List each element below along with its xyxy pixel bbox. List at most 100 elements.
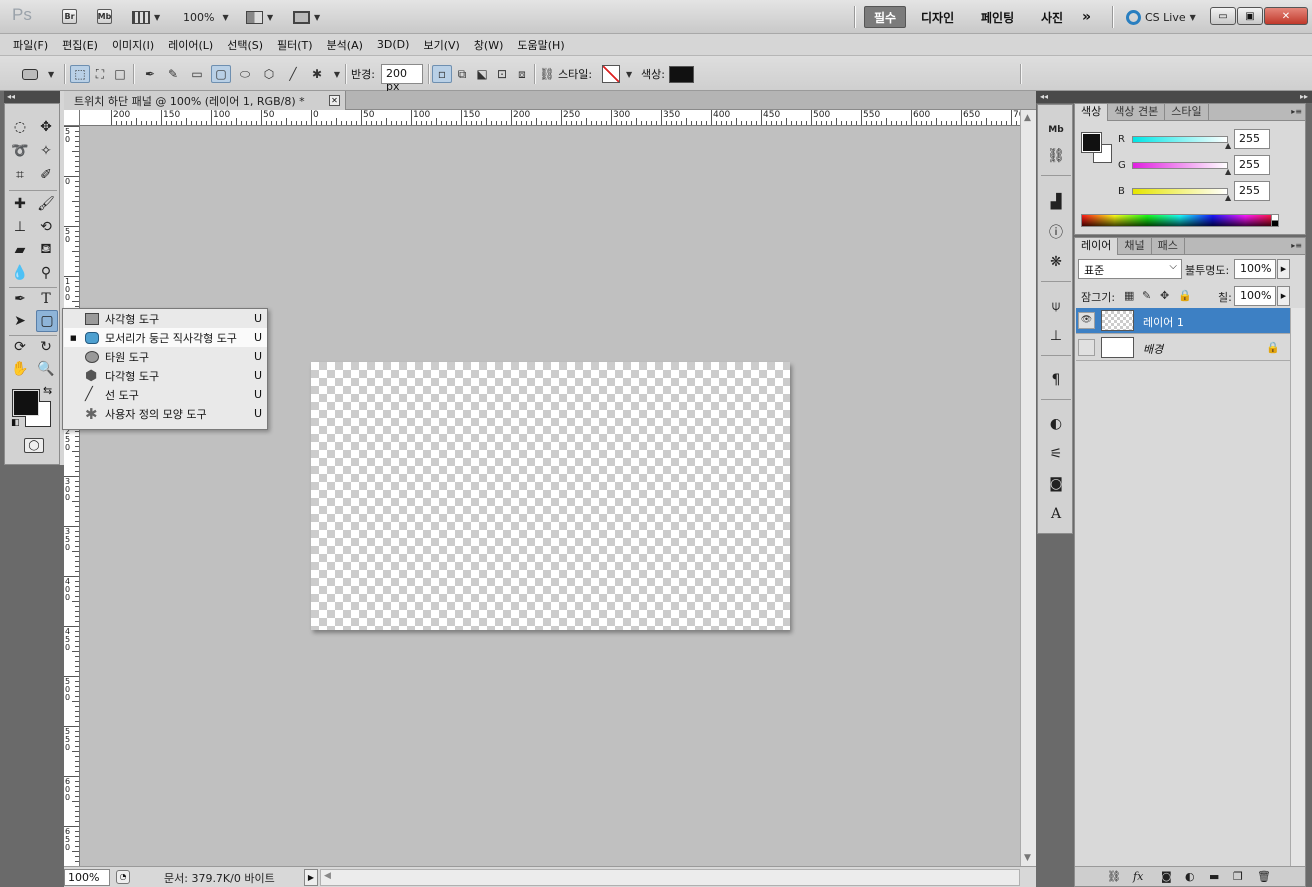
ruler-origin[interactable] <box>64 110 80 126</box>
magic-wand-icon[interactable]: ✧ <box>35 140 57 162</box>
lock-transparent-icon[interactable]: ▦ <box>1124 289 1134 302</box>
flyout-item-line[interactable]: ╱ 선 도구 U <box>64 385 267 404</box>
exclude-shape-icon[interactable]: ⧈ <box>512 65 532 83</box>
tab-styles[interactable]: 스타일 <box>1165 104 1209 121</box>
type-tool-icon[interactable]: T <box>35 288 57 310</box>
paint-bucket-icon[interactable]: ⛾ <box>35 239 57 261</box>
workspace-design[interactable]: 디자인 <box>912 6 963 28</box>
navigator-panel-icon[interactable]: ❋ <box>1045 251 1067 273</box>
black-white-swatch[interactable] <box>1271 214 1279 227</box>
clone-source-panel-icon[interactable]: ⛓ <box>1045 145 1067 167</box>
color-spectrum-bar[interactable] <box>1081 214 1279 227</box>
fill-slider-arrow-icon[interactable]: ▶ <box>1277 286 1290 306</box>
eraser-icon[interactable]: ▰ <box>9 239 31 261</box>
tool-presets-panel-icon[interactable]: ⊥ <box>1045 325 1067 347</box>
adjustments-panel-icon[interactable]: ◐ <box>1045 413 1067 435</box>
dodge-tool-icon[interactable]: ⚲ <box>35 262 57 284</box>
menu-3d[interactable]: 3D(D) <box>370 38 417 51</box>
flyout-item-rectangle[interactable]: 사각형 도구 U <box>64 309 267 328</box>
cs-live-menu[interactable]: CS Live ▼ <box>1126 7 1196 27</box>
intersect-shape-icon[interactable]: ⊡ <box>492 65 512 83</box>
menu-select[interactable]: 선택(S) <box>220 37 270 53</box>
blue-slider[interactable] <box>1132 188 1228 195</box>
flyout-item-ellipse[interactable]: 타원 도구 U <box>64 347 267 366</box>
layer-row[interactable]: 👁 레이어 1 <box>1076 308 1291 334</box>
layer-style-icon[interactable]: fx <box>1133 870 1143 883</box>
lasso-tool-icon[interactable]: ➰ <box>9 140 31 162</box>
crop-tool-icon[interactable]: ⌗ <box>9 164 31 186</box>
status-menu-arrow-icon[interactable]: ▶ <box>304 869 318 886</box>
horizontal-scrollbar[interactable]: ◀ <box>320 869 1020 886</box>
pen-tool-icon[interactable]: ✒ <box>140 65 160 83</box>
histogram-panel-icon[interactable]: ▟ <box>1045 191 1067 213</box>
vertical-scrollbar[interactable]: ▲ ▼ <box>1020 110 1036 866</box>
freeform-pen-icon[interactable]: ✎ <box>163 65 183 83</box>
shape-color-swatch[interactable] <box>669 66 694 83</box>
tab-color[interactable]: 색상 <box>1075 104 1109 121</box>
radius-input[interactable]: 200 px <box>381 64 423 93</box>
info-panel-icon[interactable]: ⓘ <box>1045 221 1067 243</box>
delete-layer-icon[interactable]: 🗑 <box>1257 870 1271 883</box>
minimize-button[interactable]: ▭ <box>1210 7 1236 25</box>
menu-image[interactable]: 이미지(I) <box>105 37 161 53</box>
opacity-input[interactable]: 100% <box>1234 259 1276 279</box>
flyout-item-rounded-rectangle[interactable]: ■ 모서리가 둥근 직사각형 도구 U <box>64 328 267 347</box>
adjustment-layer-icon[interactable]: ◐ <box>1185 870 1195 883</box>
menu-window[interactable]: 창(W) <box>467 37 511 53</box>
tab-layers[interactable]: 레이어 <box>1075 238 1119 255</box>
panel-dock-collapse-bar[interactable]: ◂◂ ▸▸ <box>1036 91 1312 103</box>
vertical-ruler[interactable]: 5005010015020025030035040045050055060065… <box>64 126 80 866</box>
eyedropper-icon[interactable]: ✐ <box>35 164 57 186</box>
blue-value-input[interactable]: 255 <box>1234 181 1270 201</box>
paths-mode-icon[interactable]: ⛶ <box>90 65 110 83</box>
minibridge-launch-button[interactable]: Mb <box>97 9 112 24</box>
fill-input[interactable]: 100% <box>1234 286 1276 306</box>
scroll-left-arrow-icon[interactable]: ◀ <box>324 871 331 881</box>
style-picker[interactable]: ▼ <box>602 64 632 84</box>
document-tab[interactable]: 트위치 하단 패널 @ 100% (레이어 1, RGB/8) * <box>64 91 346 110</box>
rounded-rectangle-icon[interactable]: ▢ <box>211 65 231 83</box>
more-workspaces-button[interactable]: » <box>1073 6 1100 28</box>
view-extras-menu[interactable]: ▼ <box>132 7 160 27</box>
new-layer-icon[interactable]: ❐ <box>1233 870 1243 883</box>
expand-arrows-icon[interactable]: ▸▸ <box>1300 91 1308 103</box>
workspace-photography[interactable]: 사진 <box>1032 6 1072 28</box>
transparent-canvas[interactable] <box>311 362 790 630</box>
tab-paths[interactable]: 패스 <box>1152 238 1185 255</box>
character-panel-icon[interactable]: A <box>1045 503 1067 525</box>
tab-channels[interactable]: 채널 <box>1118 238 1152 255</box>
custom-shape-icon[interactable]: ✱ <box>307 65 327 83</box>
slider-thumb-icon[interactable]: ▲ <box>1225 167 1231 176</box>
healing-brush-icon[interactable]: ✚ <box>9 193 31 215</box>
flyout-item-custom-shape[interactable]: ✱ 사용자 정의 모양 도구 U <box>64 404 267 423</box>
scroll-up-arrow-icon[interactable]: ▲ <box>1024 113 1031 123</box>
restore-button[interactable]: ▣ <box>1237 7 1263 25</box>
tools-panel-collapse-bar[interactable]: ◂◂ <box>4 91 60 103</box>
pen-tool-icon[interactable]: ✒ <box>9 288 31 310</box>
marquee-tool-icon[interactable]: ◌ <box>9 116 31 138</box>
green-value-input[interactable]: 255 <box>1234 155 1270 175</box>
visibility-toggle[interactable] <box>1078 339 1095 356</box>
path-selection-icon[interactable]: ➤ <box>9 310 31 332</box>
3d-orbit-icon[interactable]: ↻ <box>35 336 57 358</box>
collapse-arrows-icon[interactable]: ◂◂ <box>1040 91 1048 103</box>
quick-mask-icon[interactable]: ◯ <box>24 438 44 453</box>
link-style-icon[interactable]: ⛓ <box>537 65 557 83</box>
green-slider[interactable] <box>1132 162 1228 169</box>
3d-rotate-icon[interactable]: ⟳ <box>9 336 31 358</box>
swap-colors-icon[interactable]: ⇆ <box>43 384 52 397</box>
polygon-icon[interactable]: ⬡ <box>259 65 279 83</box>
hand-tool-icon[interactable]: ✋ <box>9 358 31 380</box>
panel-menu-icon[interactable]: ▸≡ <box>1291 241 1302 250</box>
link-layers-icon[interactable]: ⛓ <box>1107 870 1121 883</box>
workspace-painting[interactable]: 페인팅 <box>972 6 1023 28</box>
menu-help[interactable]: 도움말(H) <box>510 37 571 53</box>
status-info-icon[interactable]: ◔ <box>116 870 130 884</box>
menu-file[interactable]: 파일(F) <box>6 37 55 53</box>
panel-menu-icon[interactable]: ▸≡ <box>1291 107 1302 116</box>
slider-thumb-icon[interactable]: ▲ <box>1225 141 1231 150</box>
close-button[interactable]: ✕ <box>1264 7 1308 25</box>
brush-tool-icon[interactable]: 🖌 <box>35 193 57 215</box>
screen-mode-menu[interactable]: ▼ <box>293 7 320 27</box>
zoom-level-menu[interactable]: 100% ▼ <box>183 7 229 27</box>
